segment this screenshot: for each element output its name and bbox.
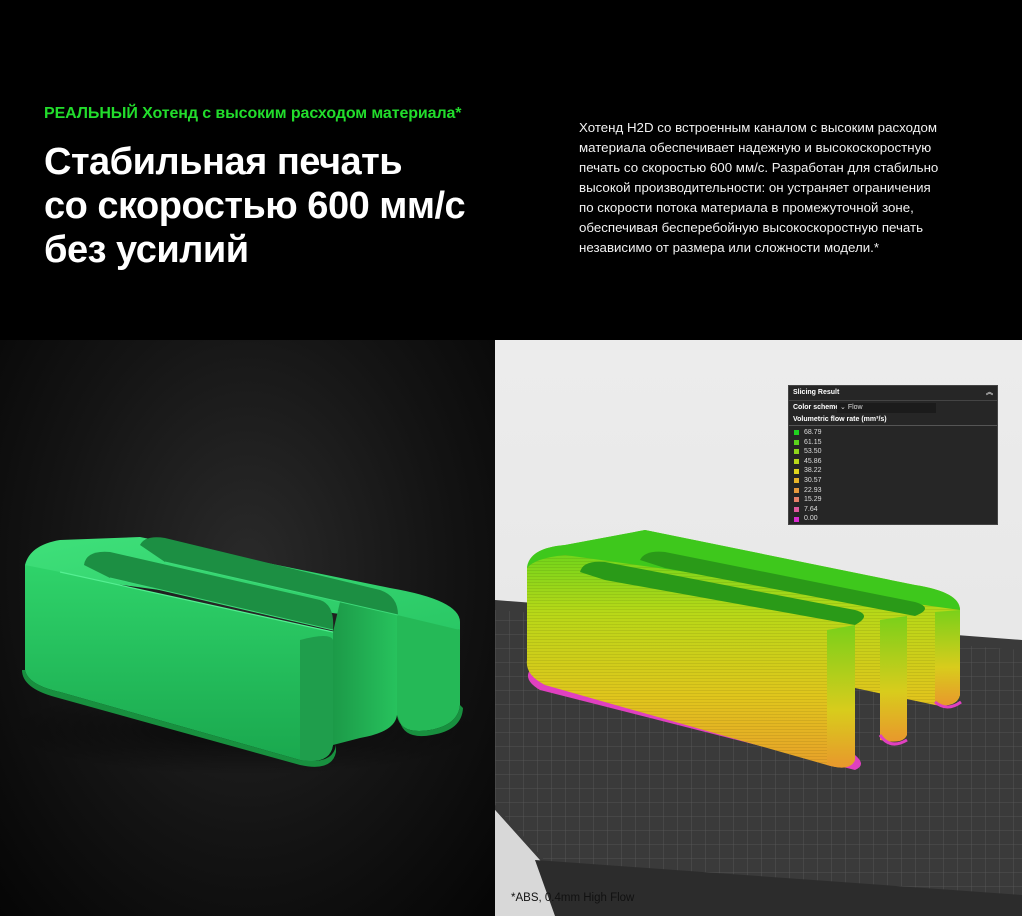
- headline-line: Стабильная печать: [44, 141, 403, 183]
- legend-value: 7.64: [804, 505, 818, 513]
- legend-item: 53.50: [794, 447, 997, 457]
- description-line: Хотенд H2D со встроенным каналом с высок…: [579, 120, 938, 135]
- legend-item: 7.64: [794, 505, 997, 515]
- flow-legend: 68.79 61.15 53.50 45.86 38.22 30.57 22.93 15.29…: [789, 428, 997, 524]
- collapse-icon[interactable]: ︽: [986, 386, 993, 400]
- legend-item: 38.22: [794, 466, 997, 476]
- color-scheme-label: Color scheme: [793, 404, 840, 411]
- legend-value: 45.86: [804, 457, 822, 465]
- description-line: материала обеспечивает надежную и высоко…: [579, 140, 932, 155]
- legend-item: 61.15: [794, 438, 997, 448]
- description-line: независимо от размера или сложности моде…: [579, 240, 879, 255]
- legend-swatch: [794, 439, 799, 445]
- description-line: печать со скоростью 600 мм/с. Разработан…: [579, 160, 939, 175]
- description: Хотенд H2D со встроенным каналом с высок…: [579, 118, 989, 258]
- printed-part-photo: [0, 340, 495, 916]
- footnote: *ABS, 0.4mm High Flow: [511, 892, 635, 904]
- description-line: обеспечивая бесперебойную высокоскоростн…: [579, 220, 924, 235]
- legend-swatch: [794, 487, 799, 493]
- legend-item: 68.79: [794, 428, 997, 438]
- headline: Стабильная печать со скоростью 600 мм/с …: [44, 140, 564, 272]
- legend-value: 38.22: [804, 467, 822, 475]
- legend-value: 61.15: [804, 438, 822, 446]
- legend-title: Volumetric flow rate (mm³/s): [789, 415, 997, 426]
- legend-value: 30.57: [804, 476, 822, 484]
- legend-item: 45.86: [794, 457, 997, 467]
- legend-value: 68.79: [804, 429, 822, 436]
- slicing-result-panel: Slicing Result ︽ Color scheme ⌄ Flow Vol…: [788, 385, 998, 525]
- description-line: высокой производительности: он устраняет…: [579, 180, 931, 195]
- color-scheme-value: Flow: [847, 404, 863, 411]
- green-serpentine-print-illustration: [5, 537, 485, 775]
- panel-title: Slicing Result: [793, 389, 840, 396]
- legend-item: 22.93: [794, 486, 997, 496]
- slicer-preview: Slicing Result ︽ Color scheme ⌄ Flow Vol…: [495, 340, 1022, 916]
- color-scheme-row: Color scheme ⌄ Flow: [789, 401, 997, 415]
- description-line: по скорости потока материала в промежуто…: [579, 200, 914, 215]
- slicing-result-title: Slicing Result ︽: [789, 386, 997, 401]
- legend-item: 15.29: [794, 495, 997, 505]
- legend-swatch: [794, 459, 799, 465]
- legend-swatch: [794, 449, 799, 455]
- chevron-down-icon: ⌄: [840, 404, 846, 411]
- legend-value: 22.93: [804, 486, 822, 494]
- legend-swatch: [794, 507, 799, 513]
- eyebrow-title: РЕАЛЬНЫЙ Хотенд с высоким расходом матер…: [44, 105, 462, 122]
- legend-value: 0.00: [804, 515, 818, 523]
- legend-value: 53.50: [804, 448, 822, 456]
- legend-swatch: [794, 468, 799, 474]
- color-scheme-select[interactable]: ⌄ Flow: [837, 403, 936, 413]
- legend-item: 0.00: [794, 514, 997, 524]
- legend-swatch: [794, 516, 799, 522]
- hero-section: РЕАЛЬНЫЙ Хотенд с высоким расходом матер…: [0, 0, 1022, 340]
- headline-line: без усилий: [44, 229, 249, 271]
- legend-value: 15.29: [804, 496, 822, 504]
- headline-line: со скоростью 600 мм/с: [44, 185, 466, 227]
- legend-swatch: [794, 478, 799, 484]
- legend-swatch: [794, 497, 799, 503]
- legend-item: 30.57: [794, 476, 997, 486]
- legend-swatch: [794, 430, 799, 436]
